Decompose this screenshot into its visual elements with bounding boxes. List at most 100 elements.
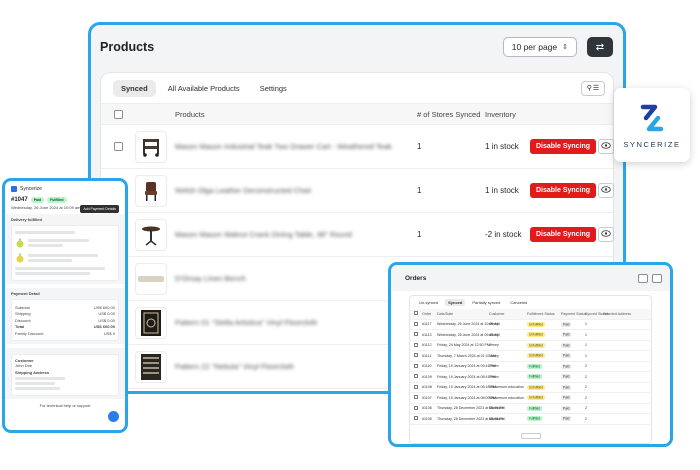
tab-synced[interactable]: Synced [113,79,156,97]
tab-partially-synced[interactable]: Partially synced [469,299,503,306]
order-number: #1047 [11,197,28,203]
synced-stores-count: 1 [585,332,587,337]
table-row[interactable]: #1109 Friday, 19 January 2024 at 08:41 PM… [410,372,651,383]
table-row[interactable]: #1107 Friday, 19 January 2024 at 08:09 PM… [410,393,651,404]
view-button[interactable] [598,183,615,198]
table-row[interactable]: #1111 Thursday, 7 March 2024 at 01:37 AM d… [410,351,651,362]
payment-label: Family Discount [15,330,44,336]
view-button[interactable] [598,227,615,242]
row-checkbox[interactable] [414,342,418,347]
order-date: Thursday, 28 December 2023 at 08:48 PM [437,416,505,421]
disable-syncing-button[interactable]: Disable Syncing [530,139,597,154]
tab-settings[interactable]: Settings [252,80,295,97]
orders-card: Un-synced Synced Partially synced Cancel… [409,295,652,444]
view-button[interactable] [598,139,615,154]
order-date: Thursday, 28 December 2023 at 08:49 PM [437,406,505,411]
fulfillment-badge: Fulfilled [527,405,542,411]
cart-icon [135,130,167,163]
products-header: Products 10 per page ⇕ ⇄ [91,25,623,69]
table-row[interactable]: #1113 Wednesday, 26 June 2024 at 09:43 AM… [410,330,651,341]
select-all-checkbox[interactable] [414,311,418,316]
order-date: Thursday, 7 March 2024 at 01:37 AM [437,353,496,358]
order-number: #1117 [422,322,432,327]
fruit-icon [16,238,24,248]
stores-count: 1 [417,186,422,195]
column-inventory: Inventory [485,109,516,119]
column-fulfillment: Fulfillment Status [527,311,555,316]
phone-app-name: Syncerize [20,186,42,192]
settings-icon[interactable] [652,273,662,283]
order-number: #1105 [422,416,432,421]
synced-stores-count: 2 [585,406,587,411]
product-name: Mason Mason Industrial Teak Two Drawer C… [175,142,392,151]
order-date: Friday, 19 January 2024 at 08:41 PM [437,374,496,379]
shipping-label: Shipping Address [15,370,50,375]
payment-badge: Paid [561,353,572,359]
table-row: Mason Mason Walnut Crank Dining Table, 3… [101,213,615,257]
marketing-composite: Products 10 per page ⇕ ⇄ Synced All Avai… [0,0,700,470]
order-number: #1113 [422,332,432,337]
table-row[interactable]: #1112 Friday, 24 May 2024 at 12:50 PM dfme… [410,341,651,351]
table-row[interactable]: #1110 Friday, 19 January 2024 at 09:41 PM… [410,362,651,372]
tab-all-available-products[interactable]: All Available Products [160,80,248,97]
delivery-section-title: Delivery fulfilled [11,217,42,222]
column-order: Order [422,311,432,316]
product-name: Welsh Olga Leather Deconstructed Chair [175,186,312,195]
orders-title: Orders [405,274,427,282]
filter-icon: ☰ [592,85,600,92]
order-date: Wednesday, 26 June 2024 at 09:43 AM [437,332,500,337]
disable-syncing-button[interactable]: Disable Syncing [530,227,597,242]
tab-unsynced[interactable]: Un-synced [416,299,441,306]
row-checkbox[interactable] [414,374,418,379]
order-number: #1106 [422,406,432,411]
order-customer: dfmey [489,353,499,358]
status-badge: Paid [30,197,45,203]
per-page-select[interactable]: 10 per page ⇕ [502,37,577,57]
orders-header: Orders [391,265,670,291]
export-icon[interactable] [638,273,648,283]
row-checkbox[interactable] [414,321,418,326]
payment-section-title: Payment Detail [11,291,40,296]
row-checkbox[interactable] [414,363,418,368]
logo-text: SYNCERIZE [623,140,681,149]
row-checkbox[interactable] [414,332,418,337]
orders-tablet: Orders Un-synced Synced Partially synced… [388,262,673,447]
row-checkbox[interactable] [113,142,123,151]
chat-button[interactable] [108,411,119,422]
table-row[interactable]: #1117 Wednesday, 26 June 2024 at 10:09 AM… [410,320,651,330]
payment-label: Total [15,324,25,329]
synced-stores-count: 1 [585,322,587,327]
add-payment-details-button[interactable]: Add Payment Details [80,205,119,213]
table-row[interactable]: #1108 Friday, 19 January 2024 at 08:18 PM… [410,383,651,393]
row-checkbox[interactable] [414,384,418,389]
tab-synced[interactable]: Synced [445,299,466,306]
order-customer: Reem [489,374,499,379]
tab-canceled[interactable]: Canceled [507,299,530,306]
order-date: Wednesday, 26 June 2024 at 10:09 AM [437,322,500,327]
synced-stores-count: 2 [585,416,587,421]
pagination[interactable] [520,433,541,439]
row-checkbox[interactable] [414,416,418,421]
row-checkbox[interactable] [414,353,418,358]
row-checkbox[interactable] [414,405,418,410]
syncerize-small-icon [11,186,17,192]
row-checkbox[interactable] [414,395,418,400]
table-row[interactable]: #1106 Thursday, 28 December 2023 at 08:49… [410,404,651,414]
select-all-checkbox[interactable] [113,109,123,119]
order-customer: Sensemum.education [489,395,524,400]
fulfillment-badge: Unfulfilled [527,353,545,359]
delivery-section: Delivery fulfilled [5,214,125,284]
fulfillment-badge: Unfulfilled [527,321,545,327]
fulfillment-badge: Unfulfilled [527,342,545,348]
synced-stores-count: 1 [585,353,587,358]
order-number: #1112 [422,343,432,348]
search-filter-button[interactable]: ⚲ ☰ [581,80,605,96]
disable-syncing-button[interactable]: Disable Syncing [530,183,597,198]
refresh-sync-button[interactable]: ⇄ [587,37,613,57]
order-number: #1110 [422,364,432,369]
payment-badge: Paid [561,416,572,422]
table-row[interactable]: #1105 Thursday, 28 December 2023 at 08:48… [410,414,651,425]
order-customer: Sensemum.education [489,385,524,390]
payment-badge: Paid [561,332,572,338]
order-date: Friday, 19 January 2024 at 08:18 PM [437,385,496,390]
